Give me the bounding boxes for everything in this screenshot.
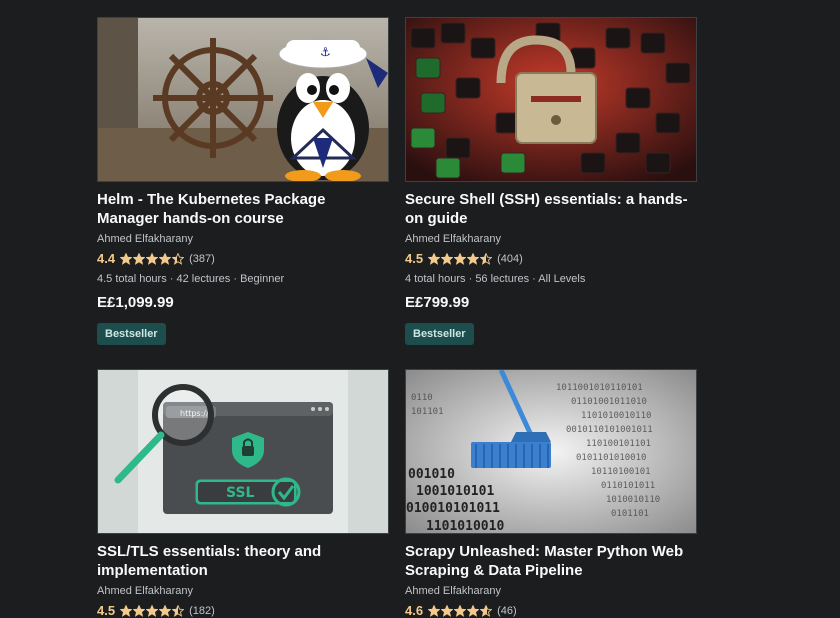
svg-text:1010010110: 1010010110 [606, 495, 660, 505]
course-rating: 4.6 (46) [405, 603, 697, 618]
review-count: (182) [189, 604, 215, 617]
star-full-icon [454, 604, 467, 617]
star-full-icon [159, 252, 172, 265]
bestseller-badge: Bestseller [405, 323, 474, 345]
course-thumbnail[interactable]: ⚓ [97, 17, 389, 182]
rating-value: 4.6 [405, 603, 424, 618]
star-full-icon [133, 604, 146, 617]
star-full-icon [428, 604, 441, 617]
star-full-icon [146, 252, 159, 265]
bestseller-badge: Bestseller [97, 323, 166, 345]
course-thumbnail[interactable]: https:// SSL [97, 369, 389, 534]
sailor-penguin-image: ⚓ [98, 18, 388, 181]
rating-value: 4.5 [405, 251, 424, 266]
svg-text:0110101011: 0110101011 [601, 481, 655, 491]
course-author: Ahmed Elfakharany [405, 585, 501, 597]
course-title[interactable]: SSL/TLS essentials: theory and implement… [97, 542, 389, 580]
course-price: E£799.99 [405, 294, 470, 311]
rating-stars [428, 252, 493, 265]
star-full-icon [120, 252, 133, 265]
course-title[interactable]: Secure Shell (SSH) essentials: a hands-o… [405, 190, 697, 228]
svg-text:1001010101: 1001010101 [416, 484, 494, 499]
course-rating: 4.5 (404) [405, 251, 697, 266]
star-full-icon [428, 252, 441, 265]
https-ssl-image: https:// SSL [98, 370, 388, 533]
star-full-icon [146, 604, 159, 617]
course-meta: 4 total hours · 56 lectures · All Levels [405, 273, 586, 285]
star-full-icon [133, 252, 146, 265]
svg-text:0110: 0110 [411, 393, 433, 403]
course-rating: 4.5 (182) [97, 603, 389, 618]
svg-text:01101001011010: 01101001011010 [571, 397, 647, 407]
svg-text:SSL: SSL [226, 485, 255, 501]
rating-value: 4.5 [97, 603, 116, 618]
svg-text:1101010010: 1101010010 [426, 519, 504, 533]
course-meta: 4.5 total hours · 42 lectures · Beginner [97, 273, 285, 285]
rating-stars [120, 604, 185, 617]
svg-text:10110100101: 10110100101 [591, 467, 651, 477]
svg-text:0010110101001011: 0010110101001011 [566, 425, 653, 435]
course-title[interactable]: Scrapy Unleashed: Master Python Web Scra… [405, 542, 697, 580]
svg-text:0101101010010: 0101101010010 [576, 453, 646, 463]
rating-stars [428, 604, 493, 617]
star-half-icon [172, 604, 185, 617]
svg-text:0101101: 0101101 [611, 509, 649, 519]
broom-binary-image: 1011001010110101 01101001011010 11010100… [406, 370, 696, 533]
course-author: Ahmed Elfakharany [405, 233, 501, 245]
star-full-icon [441, 252, 454, 265]
padlock-keyboard-image [406, 18, 696, 181]
rating-value: 4.4 [97, 251, 116, 266]
course-card-ssl-tls[interactable]: https:// SSL SSL/TLS essentials: theory … [97, 369, 389, 618]
star-full-icon [120, 604, 133, 617]
star-half-icon [480, 604, 493, 617]
course-thumbnail[interactable] [405, 17, 697, 182]
star-full-icon [159, 604, 172, 617]
course-card-ssh[interactable]: Secure Shell (SSH) essentials: a hands-o… [405, 17, 697, 345]
star-half-icon [480, 252, 493, 265]
star-half-icon [172, 252, 185, 265]
course-thumbnail[interactable]: 1011001010110101 01101001011010 11010100… [405, 369, 697, 534]
star-full-icon [467, 604, 480, 617]
course-card-scrapy[interactable]: 1011001010110101 01101001011010 11010100… [405, 369, 697, 618]
course-rating: 4.4 (387) [97, 251, 389, 266]
rating-stars [120, 252, 185, 265]
review-count: (404) [497, 252, 523, 265]
svg-text:110100101101: 110100101101 [586, 439, 651, 449]
star-full-icon [467, 252, 480, 265]
course-card-helm[interactable]: ⚓ Helm - The Kubernetes Package Manager … [97, 17, 389, 345]
svg-text:1011001010110101: 1011001010110101 [556, 383, 643, 393]
svg-text:⚓: ⚓ [320, 45, 331, 59]
course-author: Ahmed Elfakharany [97, 233, 193, 245]
star-full-icon [441, 604, 454, 617]
review-count: (387) [189, 252, 215, 265]
svg-text:010010101011: 010010101011 [406, 501, 500, 516]
course-author: Ahmed Elfakharany [97, 585, 193, 597]
star-full-icon [454, 252, 467, 265]
course-price: E£1,099.99 [97, 294, 174, 311]
svg-text:001010: 001010 [408, 467, 455, 482]
svg-text:1101010010110: 1101010010110 [581, 411, 651, 421]
course-title[interactable]: Helm - The Kubernetes Package Manager ha… [97, 190, 389, 228]
review-count: (46) [497, 604, 517, 617]
svg-text:101101: 101101 [411, 407, 444, 417]
